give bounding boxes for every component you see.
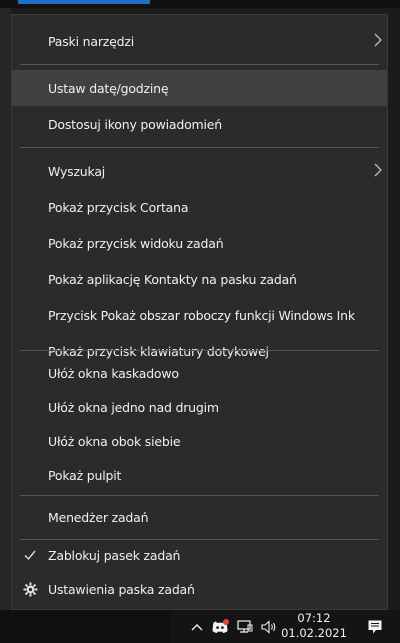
desktop-edge-right [390, 0, 400, 643]
chevron-right-icon [374, 163, 382, 177]
menu-item-show-task-view[interactable]: Pokaż przycisk widoku zadań [12, 225, 387, 261]
menu-item-show-cortana[interactable]: Pokaż przycisk Cortana [12, 189, 387, 225]
window-strip [0, 0, 400, 8]
menu-separator [20, 64, 379, 65]
menu-item-label: Ustawienia paska zadań [48, 581, 195, 597]
clock-time: 07:12 [297, 611, 331, 625]
menu-item-label: Pokaż pulpit [48, 467, 122, 483]
menu-item-label: Ustaw datę/godzinę [48, 80, 169, 96]
menu-item-side-by-side[interactable]: Ułóż okna obok siebie [12, 423, 387, 459]
menu-item-label: Wyszukaj [48, 163, 106, 179]
menu-separator [20, 495, 379, 496]
checkmark-icon [20, 545, 40, 565]
menu-item-label: Pokaż przycisk widoku zadań [48, 235, 224, 251]
menu-item-cascade-windows[interactable]: Ułóż okna kaskadowo [12, 355, 387, 391]
discord-icon[interactable] [208, 610, 232, 643]
menu-item-label: Zablokuj pasek zadań [48, 547, 181, 563]
menu-item-label: Pokaż aplikację Kontakty na pasku zadań [48, 271, 297, 287]
chevron-right-icon [374, 33, 382, 47]
clock-date: 01.02.2021 [281, 626, 347, 640]
menu-item-label: Przycisk Pokaż obszar roboczy funkcji Wi… [48, 307, 355, 323]
gear-icon [20, 579, 40, 599]
menu-separator [20, 147, 379, 148]
chevron-up-icon[interactable] [186, 610, 208, 643]
menu-item-label: Ułóż okna jedno nad drugim [48, 399, 219, 415]
menu-item-lock-taskbar[interactable]: Zablokuj pasek zadań [12, 537, 387, 573]
menu-item-label: Paski narzędzi [48, 33, 134, 49]
menu-item-label: Dostosuj ikony powiadomień [48, 116, 223, 132]
menu-item-label: Ułóż okna obok siebie [48, 433, 181, 449]
menu-separator [20, 350, 379, 351]
taskbar-context-menu: Paski narzędzi Ustaw datę/godzinę Dostos… [11, 14, 388, 610]
taskbar: 07:12 01.02.2021 [0, 610, 400, 643]
menu-item-taskbar-settings[interactable]: Ustawienia paska zadań [12, 571, 387, 607]
desktop-edge-left [0, 0, 11, 643]
menu-item-show-desktop[interactable]: Pokaż pulpit [12, 457, 387, 493]
menu-item-search[interactable]: Wyszukaj [12, 153, 387, 189]
menu-item-set-date-time[interactable]: Ustaw datę/godzinę [12, 70, 387, 106]
taskbar-clock[interactable]: 07:12 01.02.2021 [278, 611, 350, 643]
network-icon[interactable] [232, 610, 258, 643]
notification-icon[interactable] [362, 610, 388, 643]
menu-item-label: Ułóż okna kaskadowo [48, 365, 179, 381]
menu-item-windows-ink[interactable]: Przycisk Pokaż obszar roboczy funkcji Wi… [12, 297, 387, 333]
taskbar-empty-area[interactable] [0, 610, 170, 643]
menu-item-customize-notification-icons[interactable]: Dostosuj ikony powiadomień [12, 106, 387, 142]
accent-strip [18, 0, 150, 4]
menu-item-label: Menedżer zadań [48, 509, 149, 525]
menu-item-toolbars[interactable]: Paski narzędzi [12, 23, 387, 59]
menu-item-label: Pokaż przycisk Cortana [48, 199, 189, 215]
menu-item-show-people[interactable]: Pokaż aplikację Kontakty na pasku zadań [12, 261, 387, 297]
menu-item-stack-windows[interactable]: Ułóż okna jedno nad drugim [12, 389, 387, 425]
menu-item-task-manager[interactable]: Menedżer zadań [12, 499, 387, 535]
